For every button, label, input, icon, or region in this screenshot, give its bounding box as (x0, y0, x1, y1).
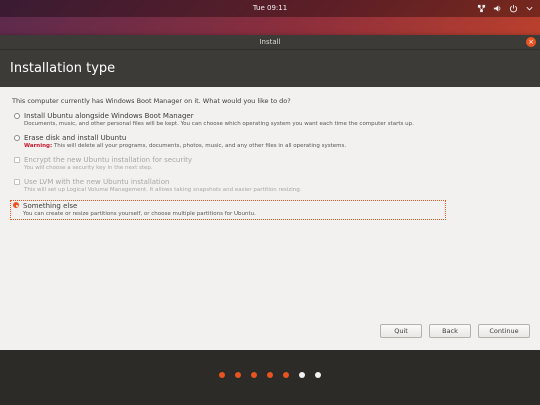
progress-dot (267, 372, 273, 378)
progress-dot (299, 372, 305, 378)
network-icon[interactable] (476, 3, 486, 13)
option-something-else[interactable]: Something else You can create or resize … (10, 200, 446, 220)
main-content: This computer currently has Windows Boot… (0, 87, 540, 350)
question-text: This computer currently has Windows Boot… (12, 97, 291, 105)
quit-button[interactable]: Quit (380, 324, 422, 338)
close-button[interactable]: × (526, 37, 536, 47)
option-title: Install Ubuntu alongside Windows Boot Ma… (24, 112, 194, 120)
option-title: Something else (23, 202, 78, 210)
warning-label: Warning: (24, 143, 53, 149)
option-description: You can create or resize partitions your… (23, 211, 256, 217)
window-title: Install (259, 38, 281, 46)
progress-dot (283, 372, 289, 378)
close-icon: × (528, 38, 534, 46)
continue-button[interactable]: Continue (478, 324, 530, 338)
option-title: Encrypt the new Ubuntu installation for … (24, 156, 193, 164)
top-panel: Tue 09:11 (0, 0, 540, 17)
clock[interactable]: Tue 09:11 (0, 4, 540, 12)
progress-footer (0, 350, 540, 405)
system-tray[interactable] (476, 3, 534, 13)
page-title: Installation type (0, 49, 540, 87)
progress-dots (0, 372, 540, 378)
radio-button-selected[interactable] (13, 202, 19, 208)
chevron-down-icon[interactable] (524, 3, 534, 13)
installer-window: Install × Installation type This compute… (0, 35, 540, 350)
option-title: Use LVM with the new Ubuntu installation (24, 178, 170, 186)
progress-dot (219, 372, 225, 378)
warning-text: This will delete all your programs, docu… (52, 143, 347, 149)
option-encrypt: Encrypt the new Ubuntu installation for … (12, 156, 528, 171)
option-install-alongside[interactable]: Install Ubuntu alongside Windows Boot Ma… (12, 112, 528, 127)
checkbox (14, 179, 20, 185)
window-titlebar[interactable]: Install × (0, 35, 540, 49)
radio-button[interactable] (14, 135, 20, 141)
button-row: Quit Back Continue (380, 324, 530, 338)
power-icon[interactable] (508, 3, 518, 13)
option-description: You will choose a security key in the ne… (24, 165, 153, 171)
volume-icon[interactable] (492, 3, 502, 13)
option-description: Documents, music, and other personal fil… (24, 121, 414, 127)
back-button[interactable]: Back (429, 324, 471, 338)
progress-dot (235, 372, 241, 378)
option-description: Warning: This will delete all your progr… (24, 143, 528, 149)
option-title: Erase disk and install Ubuntu (24, 134, 127, 142)
radio-button[interactable] (14, 113, 20, 119)
option-description: This will set up Logical Volume Manageme… (24, 187, 302, 193)
progress-dot (315, 372, 321, 378)
option-lvm: Use LVM with the new Ubuntu installation… (12, 178, 528, 193)
progress-dot (251, 372, 257, 378)
checkbox (14, 157, 20, 163)
option-erase-disk[interactable]: Erase disk and install Ubuntu Warning: T… (12, 134, 528, 149)
